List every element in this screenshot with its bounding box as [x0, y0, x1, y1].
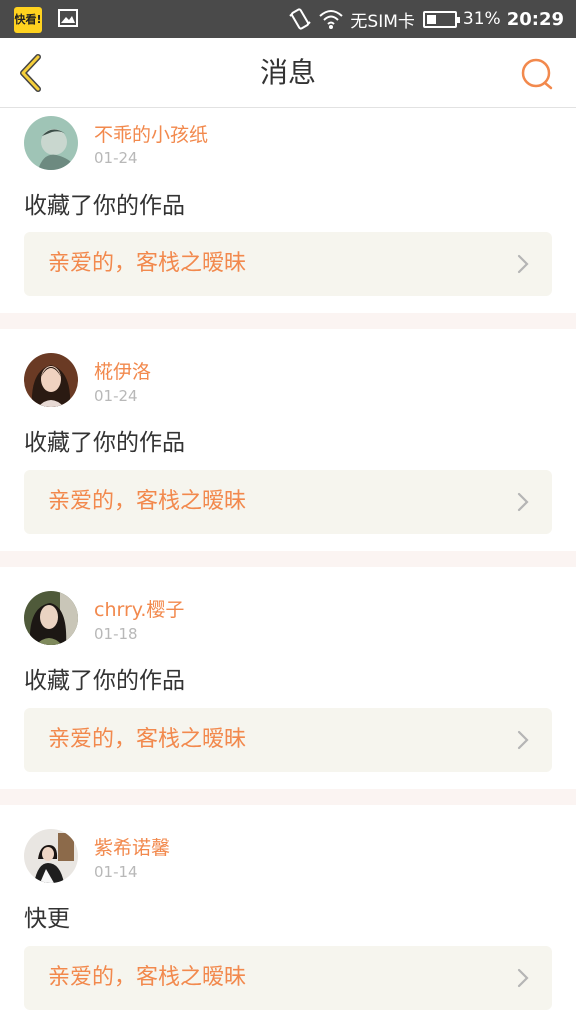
work-title: 亲爱的，客栈之暧昧	[48, 727, 247, 752]
battery-level	[426, 14, 437, 24]
clock: 20:29	[506, 8, 564, 30]
work-title: 亲爱的，客栈之暧昧	[48, 965, 247, 990]
work-title: 亲爱的，客栈之暧昧	[48, 489, 247, 514]
work-link[interactable]: 亲爱的，客栈之暧昧	[24, 946, 552, 1010]
avatar[interactable]	[24, 116, 78, 170]
section-divider	[0, 313, 576, 329]
message-date: 01-14	[94, 863, 138, 881]
message-date: 01-24	[94, 149, 138, 167]
work-link[interactable]: 亲爱的，客栈之暧昧	[24, 232, 552, 296]
message-item: 不乖的小孩纸 01-24 收藏了你的作品 亲爱的，客栈之暧昧	[0, 108, 576, 313]
wifi-icon	[319, 10, 344, 29]
avatar[interactable]	[24, 353, 78, 407]
section-divider	[0, 551, 576, 567]
message-text: 收藏了你的作品	[24, 430, 185, 456]
username[interactable]: 紫希诺馨	[94, 833, 170, 860]
image-notification-icon	[58, 9, 78, 27]
chevron-right-icon	[517, 492, 529, 512]
username[interactable]: 不乖的小孩纸	[94, 120, 208, 147]
message-item: 紫希诺馨 01-14 快更 亲爱的，客栈之暧昧	[0, 805, 576, 1024]
section-divider	[0, 789, 576, 805]
avatar[interactable]	[24, 829, 78, 883]
battery-icon	[422, 10, 460, 28]
message-date: 01-24	[94, 387, 138, 405]
work-link[interactable]: 亲爱的，客栈之暧昧	[24, 708, 552, 772]
message-text: 收藏了你的作品	[24, 193, 185, 219]
status-bar: 快看! 无SIM卡 31% 20:29	[0, 0, 576, 38]
message-text: 收藏了你的作品	[24, 668, 185, 694]
page-title: 消息	[259, 56, 316, 89]
message-item: chrry.樱子 01-18 收藏了你的作品 亲爱的，客栈之暧昧	[0, 567, 576, 789]
chevron-right-icon	[517, 968, 529, 988]
chevron-right-icon	[517, 254, 529, 274]
message-item: 椛伊洛 01-24 收藏了你的作品 亲爱的，客栈之暧昧	[0, 329, 576, 551]
carrier-text: 无SIM卡	[350, 11, 415, 32]
battery-percent: 31%	[462, 9, 501, 29]
work-title: 亲爱的，客栈之暧昧	[48, 251, 247, 276]
message-list: 不乖的小孩纸 01-24 收藏了你的作品 亲爱的，客栈之暧昧 椛伊洛 01-24…	[0, 108, 576, 1024]
vibrate-icon	[289, 8, 312, 30]
message-text: 快更	[24, 906, 70, 932]
username[interactable]: 椛伊洛	[94, 357, 151, 384]
avatar[interactable]	[24, 591, 78, 645]
app-notification-icon: 快看!	[14, 7, 42, 33]
search-icon[interactable]	[518, 56, 556, 92]
chevron-right-icon	[517, 730, 529, 750]
message-date: 01-18	[94, 625, 138, 643]
work-link[interactable]: 亲爱的，客栈之暧昧	[24, 470, 552, 534]
username[interactable]: chrry.樱子	[94, 595, 184, 622]
app-header: 消息	[0, 38, 576, 108]
